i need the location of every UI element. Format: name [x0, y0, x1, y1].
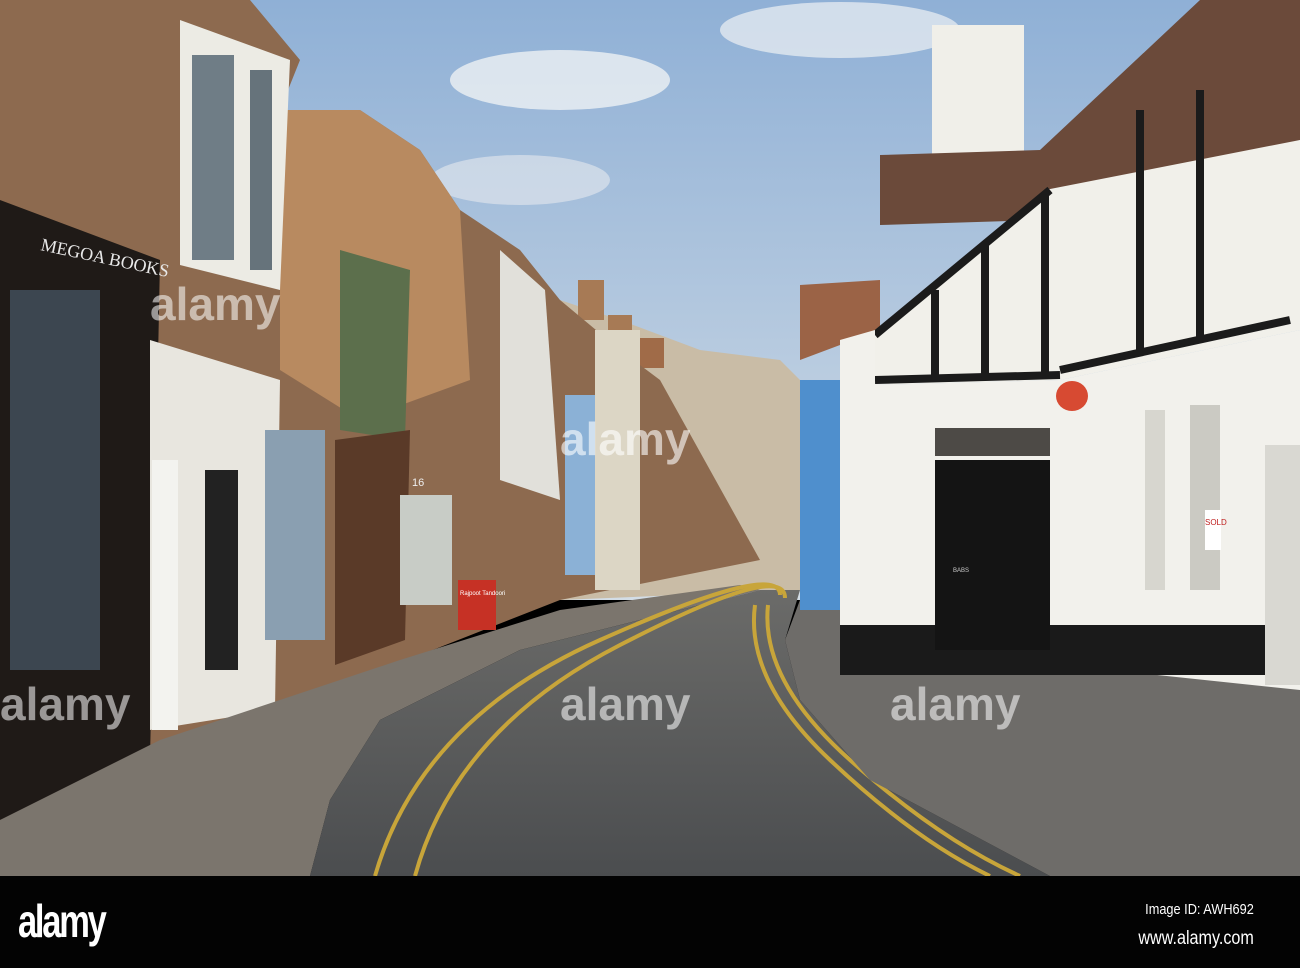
- cloud: [450, 50, 670, 110]
- window: [1265, 445, 1300, 685]
- chimney: [578, 280, 604, 320]
- watermark: alamy: [890, 678, 1021, 730]
- window: [1145, 410, 1165, 590]
- chimney-stack: [932, 25, 1024, 155]
- stock-photo: MEGOA BOOKS 16 Rajpoot Tandoori BABS SOL…: [0, 0, 1300, 968]
- house-number: 16: [412, 477, 424, 489]
- website-link: www.alamy.com: [1138, 928, 1254, 949]
- watermark: alamy: [150, 278, 281, 330]
- restaurant-sign: Rajpoot Tandoori: [460, 591, 505, 597]
- image-id: Image ID: AWH692: [1145, 901, 1254, 918]
- door-label: BABS: [953, 568, 969, 574]
- shop-window: [10, 290, 100, 670]
- alamy-logo: alamy: [18, 895, 107, 947]
- street-scene: MEGOA BOOKS 16 Rajpoot Tandoori BABS SOL…: [0, 0, 1300, 876]
- window: [1190, 405, 1220, 590]
- green-shopfront: [340, 250, 410, 440]
- sold-sign: [1205, 510, 1221, 550]
- watermark: alamy: [560, 678, 691, 730]
- menu-board: [205, 470, 238, 670]
- cloud: [720, 2, 960, 58]
- shop-window: [400, 495, 452, 605]
- bay-window: [192, 55, 234, 260]
- footer-bar: alamy Image ID: AWH692 www.alamy.com: [0, 876, 1300, 968]
- brown-shopfront: [335, 430, 410, 665]
- blue-side-building: [800, 380, 842, 610]
- bay-window: [250, 70, 272, 270]
- double-door: [935, 460, 1050, 650]
- cloud: [430, 155, 610, 205]
- transom-window: [935, 428, 1050, 456]
- chimney: [640, 338, 664, 368]
- shop-window: [265, 430, 325, 640]
- watermark: alamy: [0, 678, 131, 730]
- black-plinth: [840, 625, 1300, 675]
- watermark: alamy: [560, 413, 691, 465]
- alarm-box: [1056, 381, 1088, 411]
- sold-sign-text: SOLD: [1205, 518, 1227, 527]
- door: [152, 460, 178, 730]
